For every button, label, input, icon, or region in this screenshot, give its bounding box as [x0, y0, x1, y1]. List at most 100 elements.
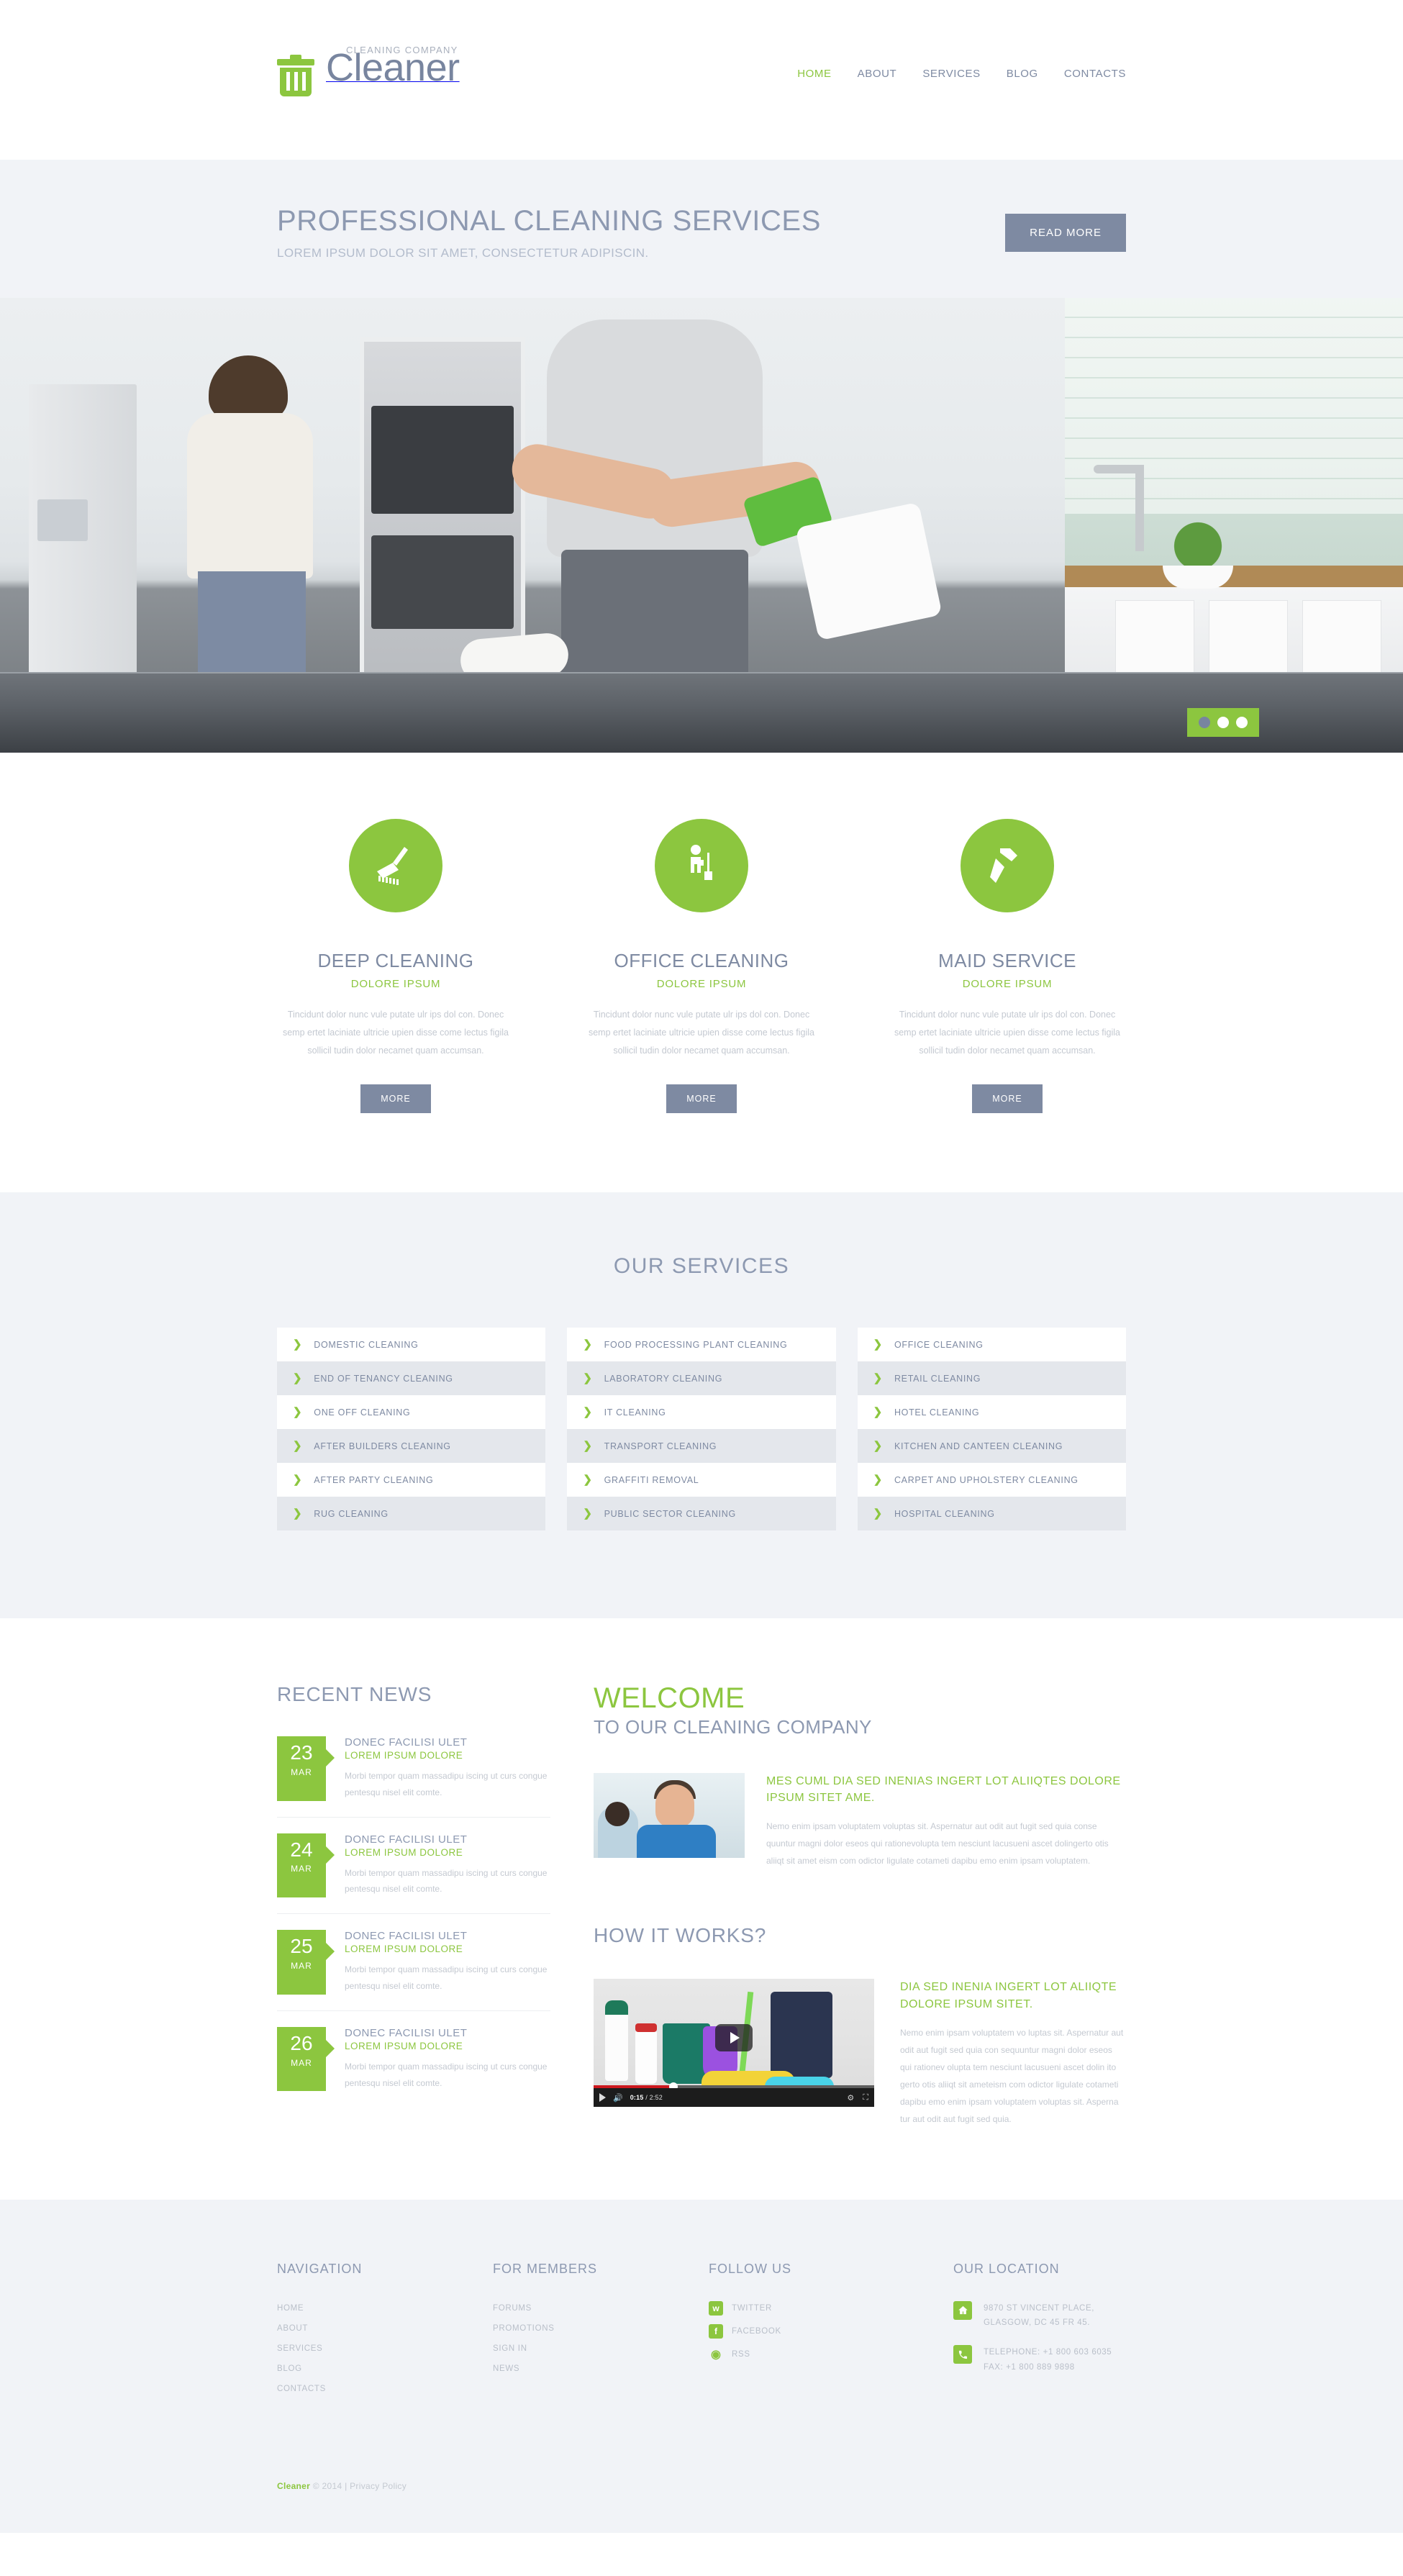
privacy-policy-link[interactable]: Privacy Policy	[350, 2481, 407, 2491]
chevron-right-icon: ❯	[293, 1507, 303, 1520]
news-item[interactable]: 24 MAR DONEC FACILISI ULET LOREM IPSUM D…	[277, 1833, 550, 1915]
footer-link-news[interactable]: NEWS	[493, 2364, 519, 2373]
service-item[interactable]: ❯ DOMESTIC CLEANING	[277, 1328, 546, 1361]
service-item[interactable]: ❯ RETAIL CLEANING	[857, 1361, 1126, 1395]
service-item[interactable]: ❯ END OF TENANCY CLEANING	[277, 1361, 546, 1395]
services-title: OUR SERVICES	[613, 1254, 790, 1278]
service-item[interactable]: ❯ GRAFFITI REMOVAL	[567, 1463, 836, 1497]
news-subtitle: LOREM IPSUM DOLORE	[345, 2040, 463, 2051]
news-title: DONEC FACILISI ULET	[345, 1930, 468, 1943]
news-day: 25	[290, 1935, 313, 1958]
service-item[interactable]: ❯ AFTER BUILDERS CLEANING	[277, 1429, 546, 1463]
chevron-right-icon: ❯	[873, 1372, 883, 1384]
nav-item-contacts[interactable]: CONTACTS	[1064, 68, 1126, 80]
site-logo[interactable]: CLEANING COMPANY Cleaner	[277, 45, 460, 96]
hero-slider-image	[0, 298, 1403, 753]
slider-dot-3[interactable]	[1236, 717, 1248, 728]
settings-gear-icon[interactable]: ⚙	[847, 2093, 854, 2103]
slider-dot-2[interactable]	[1217, 717, 1229, 728]
nav-item-home[interactable]: HOME	[797, 68, 831, 80]
news-month: MAR	[291, 1864, 312, 1874]
teaser-deep-cleaning: DEEP CLEANING DOLORE IPSUM Tincidunt dol…	[277, 819, 514, 1113]
news-text: Morbi tempor quam massadipu iscing ut cu…	[345, 1771, 548, 1797]
fullscreen-icon[interactable]: ⛶	[863, 2093, 868, 2103]
news-month: MAR	[291, 1960, 312, 1971]
service-item[interactable]: ❯ LABORATORY CLEANING	[567, 1361, 836, 1395]
footer-link-contacts[interactable]: CONTACTS	[277, 2385, 326, 2393]
chevron-right-icon: ❯	[293, 1406, 303, 1418]
footer-link-signin[interactable]: SIGN IN	[493, 2344, 527, 2353]
footer-follow-us: FOLLOW US w TWITTER f FACEBOOK ◉ RSS	[709, 2262, 953, 2402]
service-item[interactable]: ❯ KITCHEN AND CANTEEN CLEANING	[857, 1429, 1126, 1463]
phone-icon	[953, 2345, 972, 2364]
recent-news-column: RECENT NEWS 23 MAR DONEC FACILISI ULET L…	[277, 1683, 550, 2128]
social-link-rss[interactable]: ◉ RSS	[709, 2347, 953, 2362]
news-date-badge: 23 MAR	[277, 1736, 335, 1801]
teaser-more-button[interactable]: MORE	[360, 1084, 431, 1113]
video-play-icon[interactable]	[599, 2093, 606, 2103]
teaser-text: Tincidunt dolor nunc vule putate ulr ips…	[588, 1010, 815, 1056]
video-player[interactable]: 🔊 0:15 / 2:52 ⚙ ⛶	[594, 1979, 874, 2108]
news-day: 23	[290, 1741, 313, 1764]
service-item[interactable]: ❯ AFTER PARTY CLEANING	[277, 1463, 546, 1497]
service-label: AFTER PARTY CLEANING	[314, 1474, 434, 1485]
service-item[interactable]: ❯ FOOD PROCESSING PLANT CLEANING	[567, 1328, 836, 1361]
service-item[interactable]: ❯ HOTEL CLEANING	[857, 1395, 1126, 1429]
teaser-more-button[interactable]: MORE	[666, 1084, 737, 1113]
phone-line-1: TELEPHONE: +1 800 603 6035	[984, 2348, 1112, 2357]
nav-item-services[interactable]: SERVICES	[922, 68, 980, 80]
service-label: OFFICE CLEANING	[894, 1339, 984, 1350]
video-play-overlay-icon[interactable]	[715, 2024, 753, 2052]
service-item[interactable]: ❯ CARPET AND UPHOLSTERY CLEANING	[857, 1463, 1126, 1497]
footer-navigation: NAVIGATION HOME ABOUT SERVICES BLOG CONT…	[277, 2262, 493, 2402]
news-item[interactable]: 25 MAR DONEC FACILISI ULET LOREM IPSUM D…	[277, 1930, 550, 2011]
service-item[interactable]: ❯ HOSPITAL CLEANING	[857, 1497, 1126, 1530]
footer-link-blog[interactable]: BLOG	[277, 2364, 302, 2373]
news-date-badge: 24 MAR	[277, 1833, 335, 1898]
video-time-separator: /	[645, 2094, 648, 2102]
social-label[interactable]: RSS	[732, 2350, 750, 2359]
nav-item-blog[interactable]: BLOG	[1007, 68, 1038, 80]
footer-link-home[interactable]: HOME	[277, 2304, 304, 2313]
news-item[interactable]: 23 MAR DONEC FACILISI ULET LOREM IPSUM D…	[277, 1736, 550, 1818]
service-item[interactable]: ❯ IT CLEANING	[567, 1395, 836, 1429]
teaser-more-button[interactable]: MORE	[972, 1084, 1043, 1113]
how-it-works-text: Nemo enim ipsam voluptatem vo luptas sit…	[900, 2027, 1124, 2124]
video-current-time: 0:15	[630, 2094, 644, 2102]
news-item[interactable]: 26 MAR DONEC FACILISI ULET LOREM IPSUM D…	[277, 2026, 550, 2108]
scrub-brush-icon	[349, 819, 442, 912]
service-label: HOTEL CLEANING	[894, 1407, 980, 1418]
chevron-right-icon: ❯	[583, 1406, 593, 1418]
chevron-right-icon: ❯	[293, 1372, 303, 1384]
social-link-twitter[interactable]: w TWITTER	[709, 2300, 953, 2316]
video-total-time: 2:52	[649, 2094, 663, 2102]
volume-icon[interactable]: 🔊	[613, 2093, 623, 2103]
footer-link-forums[interactable]: FORUMS	[493, 2304, 532, 2313]
teaser-text: Tincidunt dolor nunc vule putate ulr ips…	[894, 1010, 1121, 1056]
main-navigation: HOME ABOUT SERVICES BLOG CONTACTS	[797, 62, 1126, 80]
service-item[interactable]: ❯ TRANSPORT CLEANING	[567, 1429, 836, 1463]
service-label: END OF TENANCY CLEANING	[314, 1373, 453, 1384]
service-item[interactable]: ❯ RUG CLEANING	[277, 1497, 546, 1530]
nav-item-about[interactable]: ABOUT	[858, 68, 897, 80]
footer-link-services[interactable]: SERVICES	[277, 2344, 323, 2353]
read-more-button[interactable]: READ MORE	[1005, 213, 1126, 252]
site-footer: NAVIGATION HOME ABOUT SERVICES BLOG CONT…	[0, 2199, 1403, 2533]
footer-link-about[interactable]: ABOUT	[277, 2324, 308, 2333]
slider-dot-1[interactable]	[1199, 717, 1210, 728]
home-icon	[953, 2300, 972, 2320]
service-item[interactable]: ❯ PUBLIC SECTOR CLEANING	[567, 1497, 836, 1530]
news-title: DONEC FACILISI ULET	[345, 2026, 468, 2039]
social-link-facebook[interactable]: f FACEBOOK	[709, 2323, 953, 2339]
our-services-section: OUR SERVICES ❯ DOMESTIC CLEANING ❯ END OF …	[0, 1192, 1403, 1618]
how-it-works-title: HOW IT WORKS?	[594, 1924, 767, 1947]
service-item[interactable]: ❯ ONE OFF CLEANING	[277, 1395, 546, 1429]
twitter-icon: w	[709, 2300, 723, 2316]
chevron-right-icon: ❯	[583, 1372, 593, 1384]
service-item[interactable]: ❯ OFFICE CLEANING	[857, 1328, 1126, 1361]
social-label[interactable]: TWITTER	[732, 2304, 772, 2313]
slider-pagination[interactable]	[1187, 708, 1259, 737]
chevron-right-icon: ❯	[293, 1338, 303, 1351]
social-label[interactable]: FACEBOOK	[732, 2327, 781, 2336]
footer-link-promotions[interactable]: PROMOTIONS	[493, 2324, 555, 2333]
